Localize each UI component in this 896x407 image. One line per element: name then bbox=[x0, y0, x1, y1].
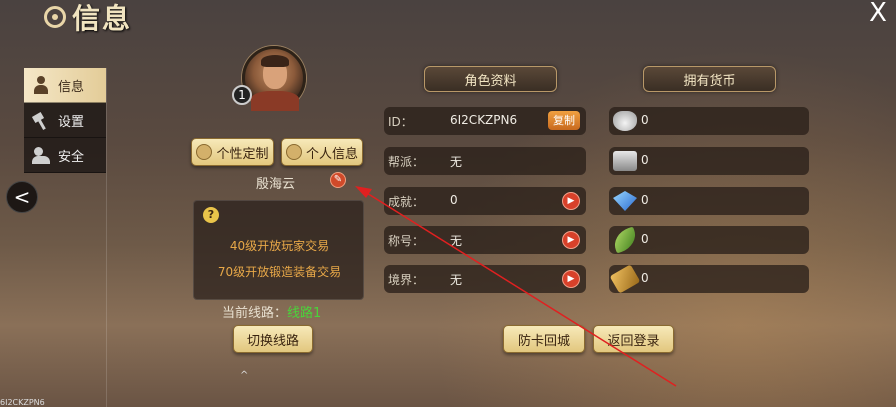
title-go-button[interactable]: ▶ bbox=[562, 231, 580, 249]
id-value: 6I2CKZPN6 bbox=[450, 113, 518, 127]
unlock-info-box: ? 40级开放玩家交易 70级开放锻造装备交易 bbox=[193, 200, 364, 300]
realm-label: 境界： bbox=[388, 273, 425, 287]
avatar-body bbox=[251, 91, 299, 111]
guild-row: 帮派： 无 bbox=[384, 147, 586, 175]
edit-name-icon[interactable]: ✎ bbox=[330, 172, 346, 188]
footer-id: 6I2CKZPN6 bbox=[0, 398, 45, 407]
route-value: 线路1 bbox=[287, 306, 322, 321]
currency-value: 0 bbox=[641, 271, 649, 285]
sidebar-item-settings[interactable]: 设置 bbox=[24, 103, 106, 138]
shield-icon bbox=[32, 146, 50, 164]
diamond-icon bbox=[613, 191, 637, 211]
achievement-value: 0 bbox=[450, 193, 458, 207]
back-button[interactable]: < bbox=[6, 181, 38, 213]
avatar[interactable] bbox=[242, 46, 306, 111]
copy-button[interactable]: 复制 bbox=[548, 111, 580, 130]
sidebar-item-info[interactable]: 信息 bbox=[24, 68, 106, 103]
customize-icon bbox=[196, 144, 213, 160]
return-login-button[interactable]: 返回登录 bbox=[593, 325, 674, 353]
route-label: 当前线路： bbox=[222, 306, 288, 321]
personal-info-button[interactable]: 个人信息 bbox=[281, 138, 363, 166]
currency-value: 0 bbox=[641, 153, 649, 167]
currency-value: 0 bbox=[641, 232, 649, 246]
switch-route-button[interactable]: 切换线路 bbox=[233, 325, 313, 353]
id-row: ID： 6I2CKZPN6 复制 bbox=[384, 107, 586, 135]
currency-row-diamond: 0 bbox=[609, 187, 809, 215]
current-route: 当前线路：线路1 bbox=[222, 302, 321, 321]
scroll-icon bbox=[609, 264, 641, 294]
personal-info-icon bbox=[285, 144, 302, 160]
id-label: ID： bbox=[388, 115, 413, 129]
sidebar-item-label: 信息 bbox=[58, 79, 85, 95]
caret-up-icon: ^ bbox=[240, 370, 249, 381]
currency-row-scroll: 0 bbox=[609, 264, 809, 294]
person-icon bbox=[32, 76, 50, 94]
sidebar-item-security[interactable]: 安全 bbox=[24, 138, 106, 173]
guild-value: 无 bbox=[450, 155, 463, 169]
customize-button[interactable]: 个性定制 bbox=[191, 138, 274, 166]
close-button[interactable]: X bbox=[866, 0, 890, 26]
realm-row: 境界： 无 ▶ bbox=[384, 265, 586, 293]
tab-character-info[interactable]: 角色资料 bbox=[424, 66, 557, 92]
personal-info-label: 个人信息 bbox=[305, 146, 358, 162]
bound-silver-icon bbox=[613, 151, 637, 171]
currency-row-bound-silver: 0 bbox=[609, 147, 809, 175]
tab-currency[interactable]: 拥有货币 bbox=[643, 66, 776, 92]
avatar-hair bbox=[261, 55, 289, 67]
achievement-label: 成就： bbox=[388, 195, 425, 209]
sidebar-item-label: 安全 bbox=[58, 149, 85, 165]
anti-stuck-button[interactable]: 防卡回城 bbox=[503, 325, 585, 353]
silver-ingot-icon bbox=[613, 111, 637, 131]
page-title: 信息 bbox=[44, 0, 133, 35]
sidebar-item-label: 设置 bbox=[58, 114, 85, 130]
title-label: 称号： bbox=[388, 234, 425, 248]
customize-label: 个性定制 bbox=[216, 146, 269, 162]
character-name: 殷海云 bbox=[256, 177, 296, 192]
sidebar-divider bbox=[106, 68, 107, 407]
annotation-arrow-head bbox=[355, 186, 372, 198]
guild-label: 帮派： bbox=[388, 155, 425, 169]
realm-value: 无 bbox=[450, 273, 463, 287]
unlock-note-forge: 70级开放锻造装备交易 bbox=[217, 265, 342, 279]
achievement-row: 成就： 0 ▶ bbox=[384, 187, 586, 215]
currency-row-jade: 0 bbox=[609, 226, 809, 254]
help-icon[interactable]: ? bbox=[203, 207, 219, 223]
realm-go-button[interactable]: ▶ bbox=[562, 270, 580, 288]
gear-icon bbox=[44, 6, 66, 28]
sidebar: 信息 设置 安全 bbox=[24, 68, 106, 173]
currency-row-silver: 0 bbox=[609, 107, 809, 135]
achievement-go-button[interactable]: ▶ bbox=[562, 192, 580, 210]
unlock-note-trade: 40级开放玩家交易 bbox=[229, 239, 330, 253]
jade-leaf-icon bbox=[610, 226, 640, 254]
level-badge: 1 bbox=[232, 85, 252, 105]
hammer-icon bbox=[32, 111, 50, 129]
title-row: 称号： 无 ▶ bbox=[384, 226, 586, 254]
title-value: 无 bbox=[450, 234, 463, 248]
currency-value: 0 bbox=[641, 193, 649, 207]
page-title-text: 信息 bbox=[72, 2, 133, 35]
currency-value: 0 bbox=[641, 113, 649, 127]
